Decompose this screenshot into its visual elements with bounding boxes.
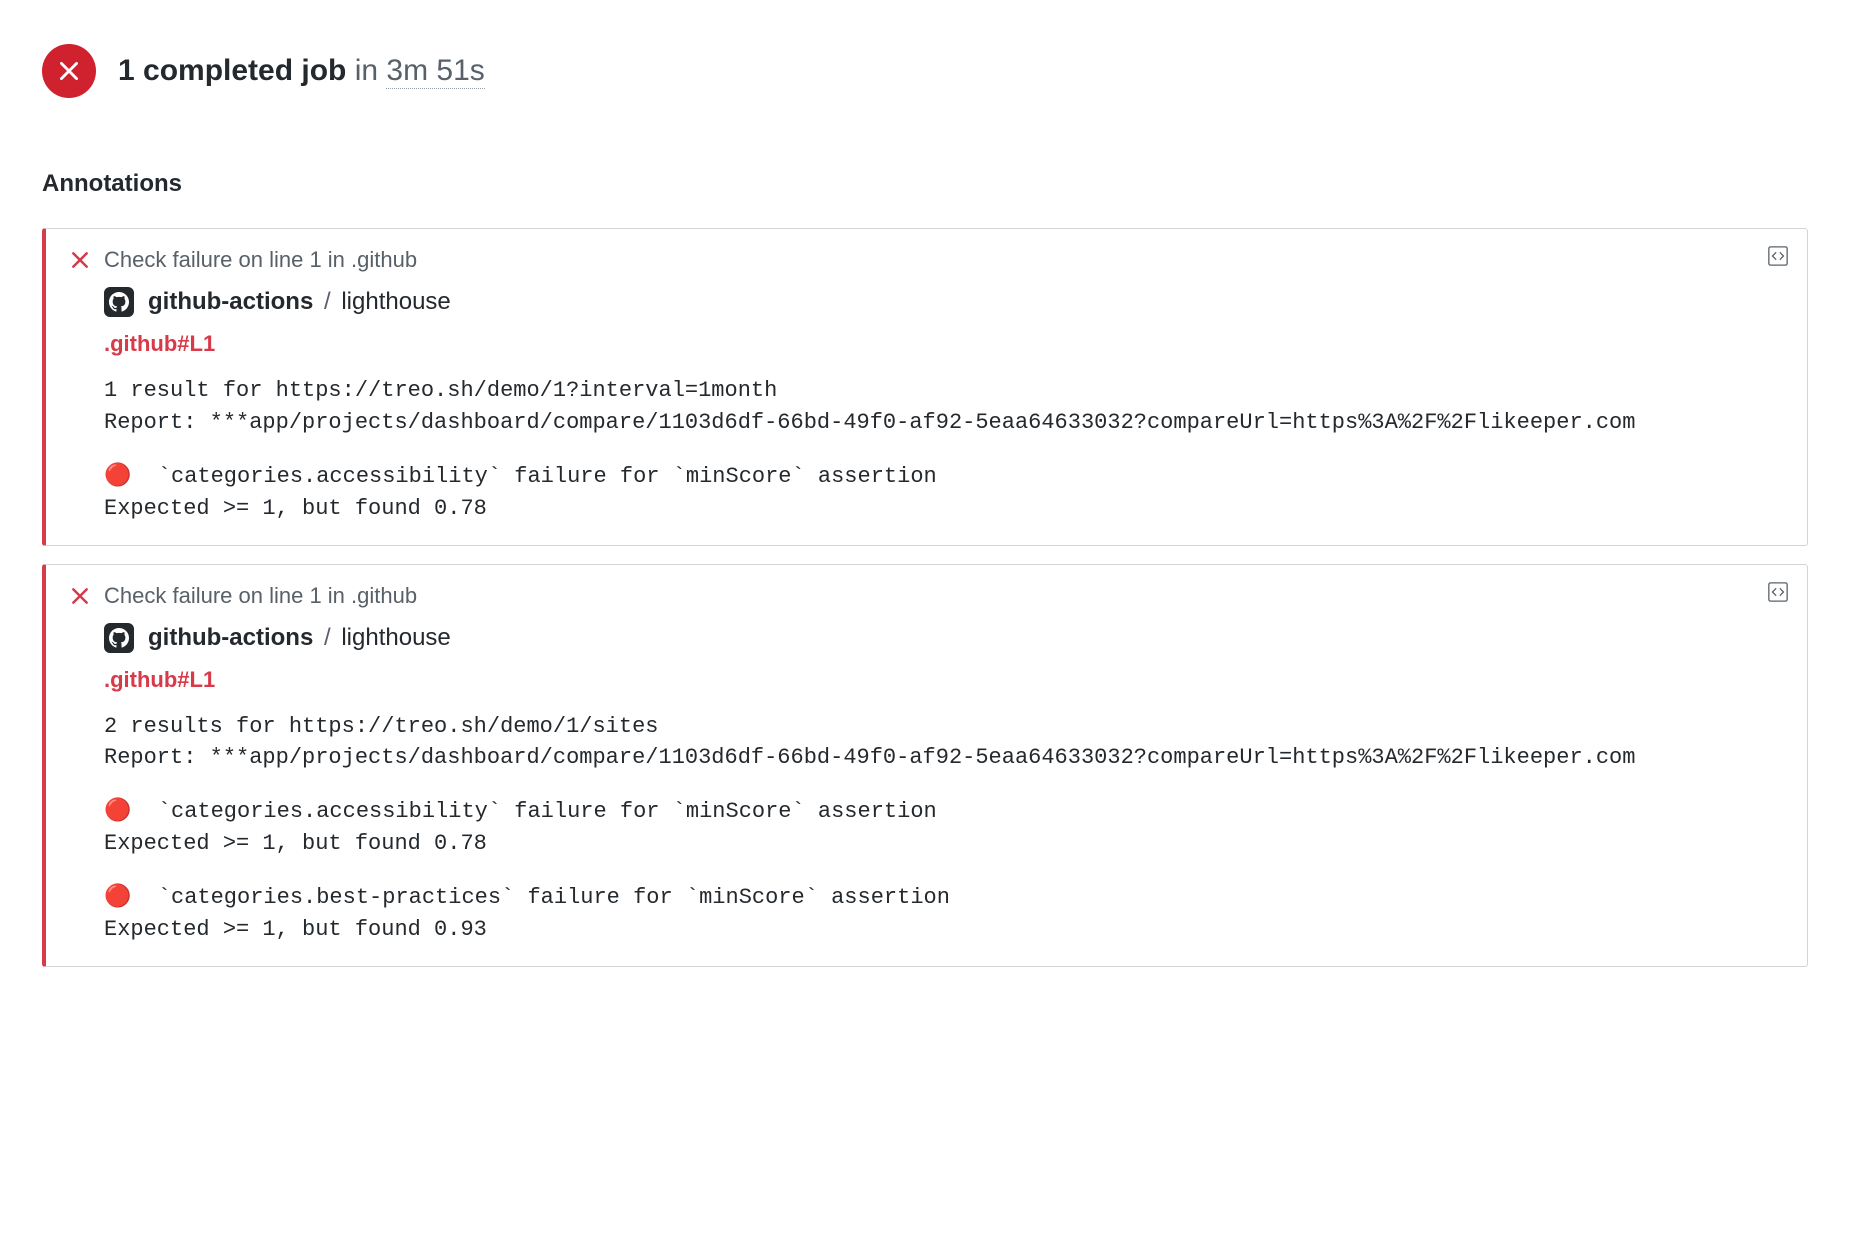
annotation-check: lighthouse (341, 624, 450, 651)
annotation-actor: github-actions (148, 288, 313, 315)
status-failure-badge (42, 44, 96, 98)
annotation-header-text: Check failure on line 1 in .github (104, 583, 417, 609)
annotation-source: github-actions / lighthouse (104, 287, 1787, 317)
annotation-card: Check failure on line 1 in .github githu… (42, 564, 1808, 967)
annotations-heading: Annotations (42, 170, 1808, 198)
separator: / (317, 288, 337, 315)
duration-label[interactable]: 3m 51s (386, 54, 484, 89)
annotation-output: 1 result for https://treo.sh/demo/1?inte… (104, 375, 1787, 525)
file-line-link[interactable]: .github#L1 (104, 331, 215, 357)
separator: / (317, 624, 337, 651)
in-label: in (355, 54, 378, 87)
failure-x-icon (70, 250, 90, 270)
annotation-body: github-actions / lighthouse .github#L1 2… (70, 623, 1787, 946)
output-line: 1 result for https://treo.sh/demo/1?inte… (104, 375, 1787, 407)
failure-x-icon (70, 586, 90, 606)
annotation-card: Check failure on line 1 in .github githu… (42, 228, 1808, 546)
github-logo-icon (104, 623, 134, 653)
failure-line: 🔴 `categories.accessibility` failure for… (104, 461, 1787, 493)
failure-line: 🔴 `categories.best-practices` failure fo… (104, 882, 1787, 914)
output-line: Report: ***app/projects/dashboard/compar… (104, 407, 1787, 439)
annotation-header: Check failure on line 1 in .github (70, 247, 1787, 273)
view-code-button[interactable] (1767, 245, 1789, 267)
failure-line: 🔴 `categories.accessibility` failure for… (104, 796, 1787, 828)
page-root: 1 completed job in 3m 51s Annotations Ch… (0, 0, 1850, 1260)
annotation-output: 2 results for https://treo.sh/demo/1/sit… (104, 711, 1787, 946)
expected-line: Expected >= 1, but found 0.78 (104, 493, 1787, 525)
output-line: Report: ***app/projects/dashboard/compar… (104, 742, 1787, 774)
github-logo-icon (104, 287, 134, 317)
output-line: 2 results for https://treo.sh/demo/1/sit… (104, 711, 1787, 743)
annotation-header: Check failure on line 1 in .github (70, 583, 1787, 609)
annotation-body: github-actions / lighthouse .github#L1 1… (70, 287, 1787, 525)
annotation-actor: github-actions (148, 624, 313, 651)
job-summary-title: 1 completed job in 3m 51s (118, 54, 485, 88)
annotation-check: lighthouse (341, 288, 450, 315)
expected-line: Expected >= 1, but found 0.78 (104, 828, 1787, 860)
job-summary-header: 1 completed job in 3m 51s (42, 44, 1808, 98)
completed-jobs-label: 1 completed job (118, 54, 346, 87)
file-line-link[interactable]: .github#L1 (104, 667, 215, 693)
expected-line: Expected >= 1, but found 0.93 (104, 914, 1787, 946)
annotation-source: github-actions / lighthouse (104, 623, 1787, 653)
annotation-header-text: Check failure on line 1 in .github (104, 247, 417, 273)
x-icon (56, 58, 82, 84)
view-code-button[interactable] (1767, 581, 1789, 603)
